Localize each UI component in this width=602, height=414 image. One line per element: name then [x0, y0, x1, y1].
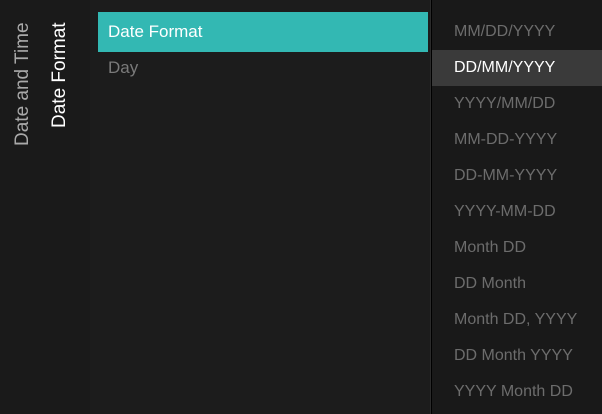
breadcrumb-panel: Date and Time Date Format [0, 0, 90, 414]
date-format-options: MM/DD/YYYY DD/MM/YYYY YYYY/MM/DD MM-DD-Y… [432, 0, 602, 414]
menu-item-day[interactable]: Day [98, 48, 428, 88]
option-dd-mm-yyyy-slash[interactable]: DD/MM/YYYY [432, 50, 602, 86]
option-mm-dd-yyyy-dash[interactable]: MM-DD-YYYY [432, 122, 602, 158]
option-dd-mm-yyyy-dash[interactable]: DD-MM-YYYY [432, 158, 602, 194]
option-dd-month[interactable]: DD Month [432, 266, 602, 302]
option-yyyy-mm-dd-slash[interactable]: YYYY/MM/DD [432, 86, 602, 122]
option-month-dd-yyyy[interactable]: Month DD, YYYY [432, 302, 602, 338]
settings-menu: Date Format Day [90, 0, 430, 414]
option-dd-month-yyyy[interactable]: DD Month YYYY [432, 338, 602, 374]
option-yyyy-month-dd[interactable]: YYYY Month DD [432, 374, 602, 410]
breadcrumb-date-format[interactable]: Date Format [49, 22, 71, 128]
divider [430, 0, 431, 414]
option-yyyy-mm-dd-dash[interactable]: YYYY-MM-DD [432, 194, 602, 230]
option-mm-dd-yyyy-slash[interactable]: MM/DD/YYYY [432, 14, 602, 50]
breadcrumb-date-and-time[interactable]: Date and Time [12, 22, 34, 146]
menu-item-date-format[interactable]: Date Format [98, 12, 428, 52]
option-month-dd[interactable]: Month DD [432, 230, 602, 266]
